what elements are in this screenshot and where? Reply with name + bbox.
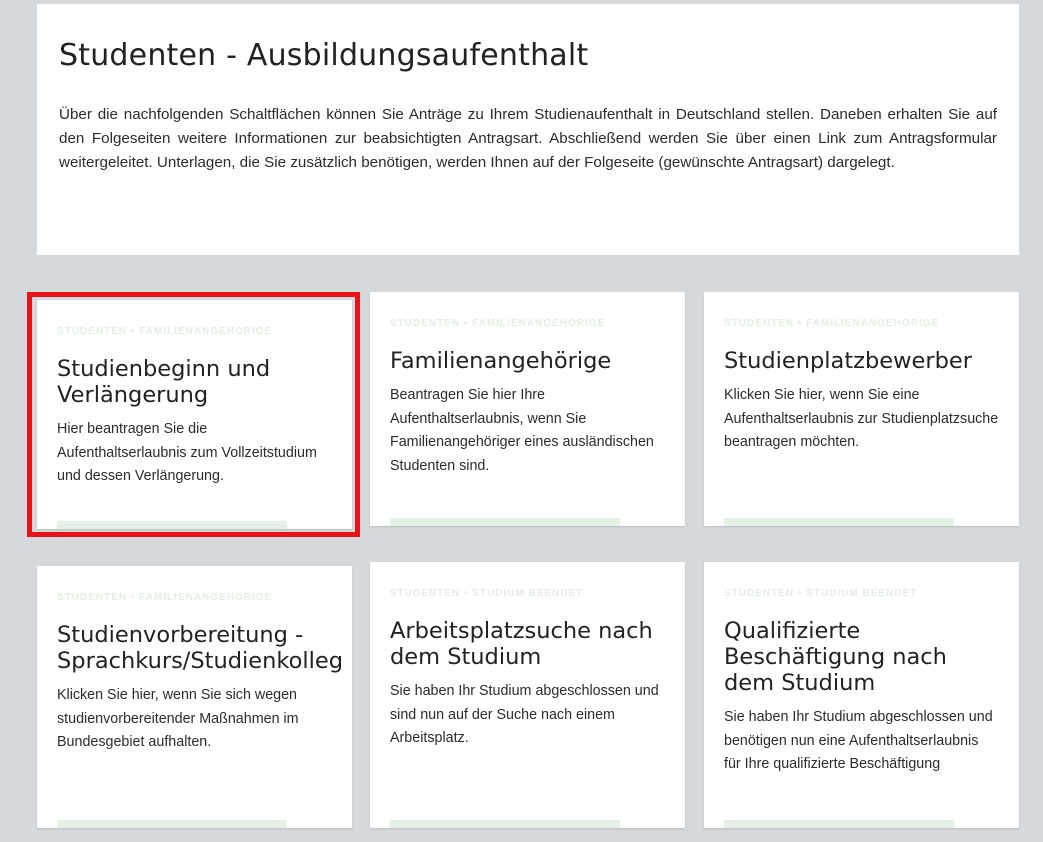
card-accent-bar	[724, 518, 954, 526]
card-category: STUDENTEN • FAMILIENANGEHÖRIGE	[724, 318, 940, 329]
card-title: Arbeitsplatzsuche nach dem Studium	[390, 618, 653, 670]
card-qualifizierte-beschaeftigung[interactable]: STUDENTEN • STUDIUM BEENDET Qualifiziert…	[704, 562, 1019, 828]
card-text: Sie haben Ihr Studium abgeschlossen und …	[724, 709, 993, 772]
card-accent-bar	[57, 521, 287, 529]
card-studienplatzbewerber[interactable]: STUDENTEN • FAMILIENANGEHÖRIGE Studienpl…	[704, 292, 1019, 526]
card-text: Sie haben Ihr Studium abgeschlossen und …	[390, 683, 659, 746]
card-title: Studienplatzbewerber	[724, 348, 972, 374]
card-familienangehoerige[interactable]: STUDENTEN • FAMILIENANGEHÖRIGE Familiena…	[370, 292, 685, 526]
intro-text: Über die nachfolgenden Schaltflächen kön…	[59, 106, 997, 171]
card-title: Qualifizierte Beschäftigung nach dem Stu…	[724, 618, 947, 696]
card-accent-bar	[724, 820, 954, 828]
card-category: STUDENTEN • FAMILIENANGEHÖRIGE	[57, 592, 273, 603]
card-studienvorbereitung[interactable]: STUDENTEN • FAMILIENANGEHÖRIGE Studienvo…	[37, 566, 352, 828]
card-text: Hier beantragen Sie die Aufenthaltserlau…	[57, 421, 317, 484]
card-accent-bar	[390, 518, 620, 526]
card-text: Beantragen Sie hier Ihre Aufenthaltserla…	[390, 387, 654, 474]
card-text: Klicken Sie hier, wenn Sie sich wegen st…	[57, 687, 299, 750]
intro-panel: Studenten - Ausbildungsaufenthalt Über d…	[37, 4, 1019, 255]
card-title: Studienvorbereitung - Sprachkurs/Studien…	[57, 622, 344, 674]
page-title: Studenten - Ausbildungsaufenthalt	[59, 38, 589, 73]
card-category: STUDENTEN • STUDIUM BEENDET	[724, 588, 918, 599]
card-studienbeginn[interactable]: STUDENTEN • FAMILIENANGEHÖRIGE Studienbe…	[37, 300, 352, 529]
card-category: STUDENTEN • FAMILIENANGEHÖRIGE	[57, 326, 273, 337]
card-accent-bar	[390, 820, 620, 828]
card-title: Familienangehörige	[390, 348, 612, 374]
card-accent-bar	[57, 820, 287, 828]
card-category: STUDENTEN • STUDIUM BEENDET	[390, 588, 584, 599]
card-arbeitsplatzsuche[interactable]: STUDENTEN • STUDIUM BEENDET Arbeitsplatz…	[370, 562, 685, 828]
card-title: Studienbeginn und Verlängerung	[57, 356, 271, 408]
card-category: STUDENTEN • FAMILIENANGEHÖRIGE	[390, 318, 606, 329]
card-text: Klicken Sie hier, wenn Sie eine Aufentha…	[724, 387, 999, 450]
